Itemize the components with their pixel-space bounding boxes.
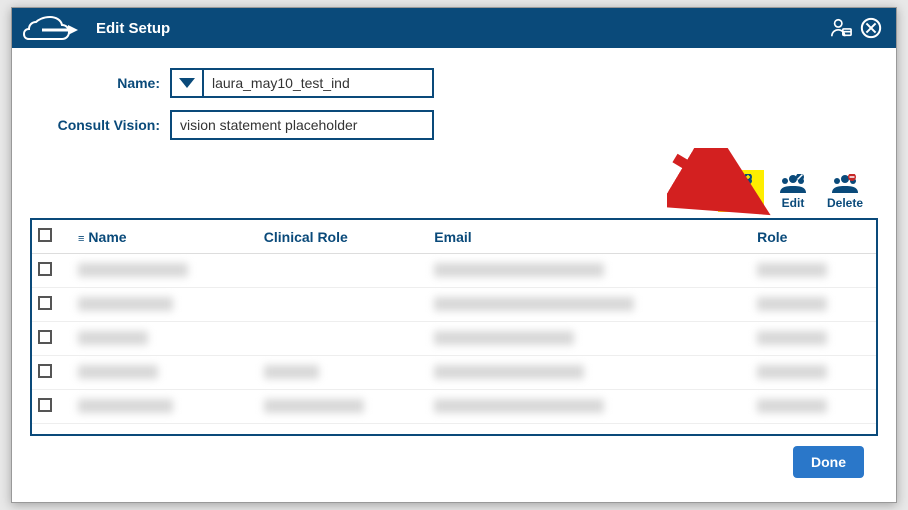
header-email[interactable]: Email [428, 220, 751, 254]
cloud-arrow-icon [22, 14, 82, 42]
close-icon[interactable] [856, 13, 886, 43]
edit-people-icon [772, 174, 814, 194]
vision-row: Consult Vision: [30, 110, 878, 140]
row-checkbox[interactable] [38, 364, 52, 378]
delete-people-icon [824, 174, 866, 194]
row-checkbox[interactable] [38, 262, 52, 276]
header-clinical-role[interactable]: Clinical Role [258, 220, 429, 254]
header-checkbox[interactable] [32, 220, 72, 254]
members-table-scroll[interactable]: ≡Name Clinical Role Email Role xxxxxxxxx… [32, 220, 876, 434]
row-checkbox[interactable] [38, 296, 52, 310]
titlebar: Edit Setup [12, 8, 896, 48]
sort-icon: ≡ [78, 233, 84, 245]
delete-button[interactable]: Delete [822, 170, 868, 212]
table-body: xxxxxxxxxxxxxxxxx [32, 254, 876, 424]
dialog-content: Name: Consult Vision: [12, 48, 896, 502]
members-table-container: ≡Name Clinical Role Email Role xxxxxxxxx… [30, 218, 878, 436]
header-role[interactable]: Role [751, 220, 876, 254]
user-settings-icon[interactable] [826, 13, 856, 43]
chevron-down-icon [178, 77, 196, 89]
edit-button[interactable]: Edit [770, 170, 816, 212]
table-row[interactable]: xxx [32, 322, 876, 356]
name-label: Name: [30, 75, 160, 91]
header-name[interactable]: ≡Name [72, 220, 258, 254]
dialog-title: Edit Setup [96, 20, 170, 37]
name-dropdown-button[interactable] [170, 68, 204, 98]
table-header-row: ≡Name Clinical Role Email Role [32, 220, 876, 254]
table-row[interactable]: xxxx [32, 356, 876, 390]
dialog-footer: Done [30, 436, 878, 478]
add-people-icon [720, 174, 762, 194]
vision-input[interactable] [170, 110, 434, 140]
name-input[interactable] [202, 68, 434, 98]
row-checkbox[interactable] [38, 330, 52, 344]
action-bar: Add Edit [30, 170, 878, 212]
edit-label: Edit [772, 196, 814, 210]
table-row[interactable]: xxxx [32, 390, 876, 424]
row-checkbox[interactable] [38, 398, 52, 412]
members-table: ≡Name Clinical Role Email Role xxxxxxxxx… [32, 220, 876, 424]
table-row[interactable]: xxx [32, 254, 876, 288]
table-row[interactable]: xxx [32, 288, 876, 322]
done-button[interactable]: Done [793, 446, 864, 478]
add-label: Add [720, 196, 762, 210]
edit-setup-dialog: Edit Setup Name: [11, 7, 897, 503]
delete-label: Delete [824, 196, 866, 210]
name-row: Name: [30, 68, 878, 98]
vision-label: Consult Vision: [30, 117, 160, 133]
add-button[interactable]: Add [718, 170, 764, 212]
